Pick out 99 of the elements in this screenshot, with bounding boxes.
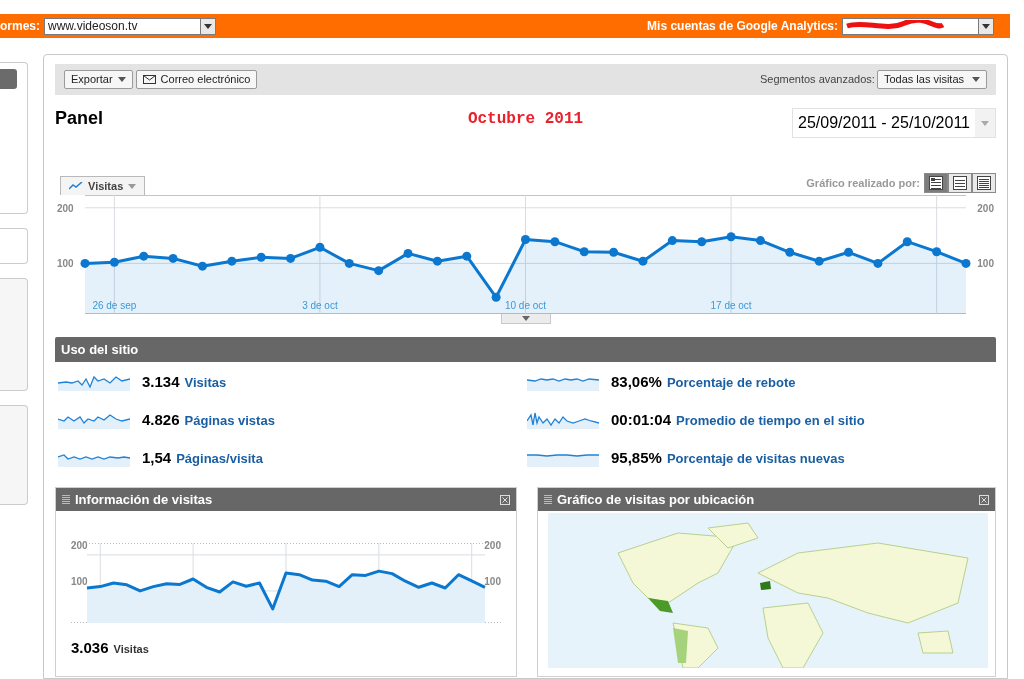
metric-link[interactable]: Promedio de tiempo en el sitio — [676, 410, 865, 431]
sparkline-icon — [527, 411, 599, 429]
data-point — [961, 258, 971, 268]
data-point — [814, 256, 824, 266]
data-point — [521, 235, 530, 244]
axis-label: 100 — [484, 576, 501, 587]
axis-label: 200 — [484, 540, 501, 551]
caret-icon — [981, 120, 989, 126]
data-point — [902, 237, 912, 247]
expand-handle[interactable] — [500, 314, 551, 324]
sidebar-panel — [0, 228, 28, 264]
dropdown-button[interactable] — [200, 18, 215, 34]
data-point — [315, 242, 325, 252]
view-label: Gráfico realizado por: — [806, 175, 920, 191]
metric-value: 1,54 — [142, 447, 172, 468]
metric-value: 95,85% — [611, 447, 662, 468]
x-tick-label: 17 de oct — [710, 300, 752, 311]
section-header: Uso del sitio — [55, 337, 996, 362]
page-title: Panel — [55, 107, 105, 130]
chart-view-icon — [929, 176, 943, 190]
data-point — [344, 258, 354, 268]
filter-label: ormes: — [0, 18, 40, 35]
dropdown-button[interactable] — [978, 18, 993, 34]
x-tick-label: 10 de oct — [504, 300, 547, 311]
data-point — [139, 251, 149, 261]
accounts-label: Mis cuentas de Google Analytics: — [647, 18, 838, 35]
x-tick-label: 3 de oct — [302, 300, 338, 311]
y-tick-label: 200 — [977, 202, 994, 214]
data-point — [726, 232, 736, 242]
caret-icon — [982, 23, 990, 29]
data-point — [227, 256, 237, 266]
site-select[interactable]: www.videoson.tv — [44, 17, 216, 35]
data-point — [873, 258, 883, 268]
caret-icon — [972, 77, 980, 82]
data-point — [638, 256, 648, 266]
annotation-text: Octubre 2011 — [467, 109, 584, 130]
x-tick-label: 26 de sep — [92, 300, 137, 311]
data-point — [374, 266, 384, 276]
drag-handle-icon[interactable] — [62, 495, 70, 504]
y-tick-label: 100 — [57, 258, 74, 270]
data-point — [697, 237, 707, 247]
drag-handle-icon[interactable] — [544, 495, 552, 504]
sidebar-header — [0, 69, 17, 89]
data-point — [432, 256, 442, 266]
data-point — [844, 247, 854, 257]
caret-icon — [117, 77, 126, 82]
segment-dropdown[interactable]: Todas las visitas — [876, 70, 987, 89]
data-point — [785, 247, 795, 257]
data-point — [579, 247, 589, 257]
caret-icon — [521, 316, 530, 321]
close-icon[interactable] — [500, 494, 510, 505]
line-chart-icon — [69, 182, 83, 190]
view-toggle[interactable] — [972, 173, 996, 193]
caret-icon — [204, 23, 212, 29]
date-range-picker[interactable]: 25/09/2011 - 25/10/2011 — [792, 108, 996, 138]
total-value: 3.036 — [71, 638, 109, 658]
y-tick-label: 200 — [57, 202, 74, 214]
y-tick-label: 100 — [977, 258, 994, 270]
data-point — [403, 248, 413, 258]
table-view-icon — [953, 176, 967, 190]
axis-label: 100 — [71, 576, 88, 587]
data-point — [197, 261, 207, 271]
metric-tab[interactable]: Visitas — [60, 176, 146, 195]
caret-icon — [128, 183, 137, 189]
email-button[interactable]: Correo electrónico — [135, 70, 258, 89]
data-point — [491, 292, 501, 302]
data-point — [932, 247, 942, 257]
metric-link[interactable]: Páginas vistas — [184, 410, 275, 431]
total-label: Visitas — [113, 642, 149, 657]
metric-value: 00:01:04 — [611, 409, 672, 430]
metric-value: 4.826 — [142, 409, 180, 430]
data-point — [667, 236, 677, 246]
metric-value: 3.134 — [142, 371, 180, 392]
data-point — [168, 253, 178, 263]
data-point — [462, 251, 472, 261]
axis-label: 200 — [71, 540, 88, 551]
data-point — [609, 247, 619, 257]
account-select[interactable] — [842, 17, 994, 35]
data-point — [256, 252, 266, 262]
metric-link[interactable]: Porcentaje de visitas nuevas — [666, 448, 845, 469]
sparkline-icon — [58, 373, 130, 391]
data-point — [755, 236, 765, 246]
data-point — [109, 257, 119, 267]
data-point — [286, 253, 296, 263]
metric-link[interactable]: Páginas/visita — [176, 448, 263, 469]
widget-title: Información de visitas — [75, 490, 214, 509]
close-icon[interactable] — [979, 494, 989, 505]
widget-title: Gráfico de visitas por ubicación — [557, 490, 756, 509]
metric-link[interactable]: Visitas — [184, 372, 227, 393]
metric-value: 83,06% — [611, 371, 662, 392]
list-view-icon — [977, 176, 991, 190]
view-toggle[interactable] — [948, 173, 972, 193]
data-point — [80, 258, 90, 268]
envelope-icon — [142, 75, 156, 84]
export-button[interactable]: Exportar — [64, 70, 133, 89]
metric-link[interactable]: Porcentaje de rebote — [666, 372, 796, 393]
data-point — [550, 237, 560, 247]
view-toggle[interactable] — [924, 173, 948, 193]
segments-label: Segmentos avanzados: — [759, 72, 875, 88]
